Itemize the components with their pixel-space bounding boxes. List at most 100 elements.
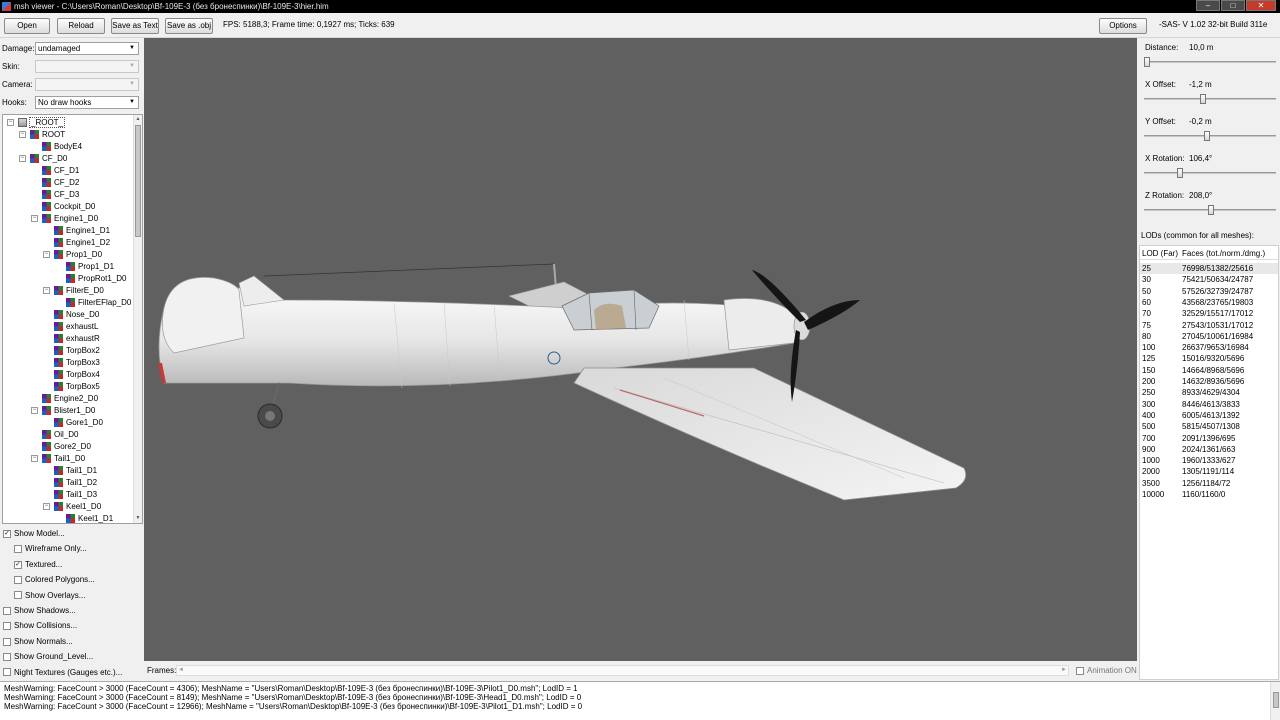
lod-row[interactable]: 400 6005/4613/1392 [1140,410,1278,421]
lod-row[interactable]: 250 8933/4629/4304 [1140,387,1278,398]
tree-node[interactable]: − Tail1_D0 [31,453,85,465]
lod-column-header[interactable]: LOD (Far) [1142,249,1178,258]
slider-knob[interactable] [1208,205,1215,215]
tree-node[interactable]: − Engine1_D0 [31,213,98,225]
save-as-text-button[interactable]: Save as Text [111,18,159,34]
tree-node[interactable]: Tail1_D3 [43,489,97,501]
tree-node[interactable]: − Prop1_D0 [43,249,102,261]
log-scrollbar[interactable] [1270,682,1280,720]
faces-column-header[interactable]: Faces (tot./norm./dmg.) [1182,249,1265,258]
checkbox[interactable] [14,545,22,554]
maximize-button[interactable]: □ [1221,0,1245,11]
option-checkbox[interactable]: Show Ground_Level... [3,650,93,663]
tree-node[interactable]: Nose_D0 [43,309,99,321]
tree-node[interactable]: Cockpit_D0 [31,201,95,213]
option-checkbox[interactable]: Colored Polygons... [14,573,95,586]
collapse-icon[interactable]: − [19,131,26,139]
slider-knob[interactable] [1177,168,1184,178]
save-as-obj-button[interactable]: Save as .obj [165,18,213,34]
slider-track[interactable] [1144,135,1276,137]
tree-scrollbar[interactable]: ▲ ▼ [133,115,142,523]
checkbox[interactable] [3,653,11,662]
tree-node[interactable]: BodyE4 [31,141,82,153]
lod-row[interactable]: 500 5815/4507/1308 [1140,421,1278,432]
tree-node[interactable]: CF_D1 [31,165,79,177]
slider-knob[interactable] [1144,57,1150,67]
slider-track[interactable] [1144,98,1276,100]
collapse-icon[interactable]: − [31,455,38,463]
tree-node[interactable]: − _ROOT_ [7,117,66,129]
scroll-up-icon[interactable]: ▲ [134,115,142,124]
tree-node[interactable]: Oil_D0 [31,429,78,441]
tree-node[interactable]: − Blister1_D0 [31,405,95,417]
collapse-icon[interactable]: − [31,215,38,223]
checkbox[interactable] [3,668,11,677]
lod-row[interactable]: 200 14632/8936/5696 [1140,376,1278,387]
tree-node[interactable]: − CF_D0 [19,153,67,165]
lod-row[interactable]: 80 27045/10061/16984 [1140,331,1278,342]
option-checkbox[interactable]: Show Shadows... [3,604,76,617]
slider-track[interactable] [1144,61,1276,63]
control-slider[interactable] [1142,168,1278,178]
slider-knob[interactable] [1199,94,1206,104]
lod-row[interactable]: 125 15016/9320/5696 [1140,353,1278,364]
frames-slider[interactable]: ◄ ► [176,665,1069,676]
tree-node[interactable]: Gore2_D0 [31,441,91,453]
tree-node[interactable]: − ROOT [19,129,65,141]
tree-node[interactable]: Engine1_D2 [43,237,110,249]
collapse-icon[interactable]: − [43,251,50,259]
tree-node[interactable]: Prop1_D1 [55,261,114,273]
lod-row[interactable]: 25 76998/51382/25616 [1140,263,1278,274]
lod-row[interactable]: 1000 1960/1333/627 [1140,455,1278,466]
skin-select[interactable]: ▼ [35,60,139,73]
checkbox[interactable] [3,606,11,615]
tree-node[interactable]: − Keel1_D0 [43,501,101,513]
option-checkbox[interactable]: Wireframe Only... [14,542,87,555]
lod-table[interactable]: LOD (Far) Faces (tot./norm./dmg.) 25 7699… [1139,245,1279,680]
3d-viewport[interactable] [144,38,1137,661]
lod-row[interactable]: 150 14664/8968/5696 [1140,365,1278,376]
mesh-tree[interactable]: − _ROOT_ − ROOT BodyE4− CF_D0 CF_D1 CF_D2 CF_D3 C… [2,114,143,524]
collapse-icon[interactable]: − [43,503,50,511]
scroll-right-icon[interactable]: ► [1060,666,1068,675]
lod-row[interactable]: 100 26637/9653/16984 [1140,342,1278,353]
slider-track[interactable] [1144,172,1276,174]
tree-node[interactable]: Tail1_D1 [43,465,97,477]
lod-row[interactable]: 60 43568/23765/19803 [1140,297,1278,308]
tree-node[interactable]: Tail1_D2 [43,477,97,489]
tree-node[interactable]: CF_D2 [31,177,79,189]
checkbox[interactable] [3,622,11,631]
slider-knob[interactable] [1203,131,1210,141]
open-button[interactable]: Open [4,18,50,34]
lod-row[interactable]: 700 2091/1396/695 [1140,433,1278,444]
option-checkbox[interactable]: Night Textures (Gauges etc.)... [3,666,122,679]
tree-node[interactable]: Keel1_D1 [55,513,113,523]
tree-node[interactable]: exhaustR [43,333,100,345]
lod-row[interactable]: 10000 1160/1160/0 [1140,489,1278,500]
log-scroll-thumb[interactable] [1273,692,1279,708]
control-slider[interactable] [1142,94,1278,104]
lod-row[interactable]: 900 2024/1361/663 [1140,444,1278,455]
checkmark-icon[interactable]: ✓ [3,529,11,538]
lod-row[interactable]: 2000 1305/1191/114 [1140,466,1278,477]
option-checkbox[interactable]: Show Normals... [3,635,73,648]
close-button[interactable]: ✕ [1246,0,1276,11]
control-slider[interactable] [1142,57,1278,67]
tree-node[interactable]: TorpBox3 [43,357,100,369]
minimize-button[interactable]: – [1196,0,1220,11]
tree-node[interactable]: Engine1_D1 [43,225,110,237]
tree-node[interactable]: Engine2_D0 [31,393,98,405]
lod-row[interactable]: 30 75421/50634/24787 [1140,274,1278,285]
checkmark-icon[interactable]: ✓ [14,560,22,569]
control-slider[interactable] [1142,131,1278,141]
collapse-icon[interactable]: − [43,287,50,295]
checkbox[interactable] [14,591,22,600]
checkbox[interactable] [3,637,11,646]
lod-row[interactable]: 75 27543/10531/17012 [1140,320,1278,331]
collapse-icon[interactable]: − [19,155,26,163]
animation-toggle[interactable]: Animation ON [1076,664,1137,677]
tree-node[interactable]: TorpBox5 [43,381,100,393]
lod-row[interactable]: 300 8446/4613/3833 [1140,399,1278,410]
tree-node[interactable]: FilterEFlap_D0 [55,297,131,309]
scroll-down-icon[interactable]: ▼ [134,514,142,523]
